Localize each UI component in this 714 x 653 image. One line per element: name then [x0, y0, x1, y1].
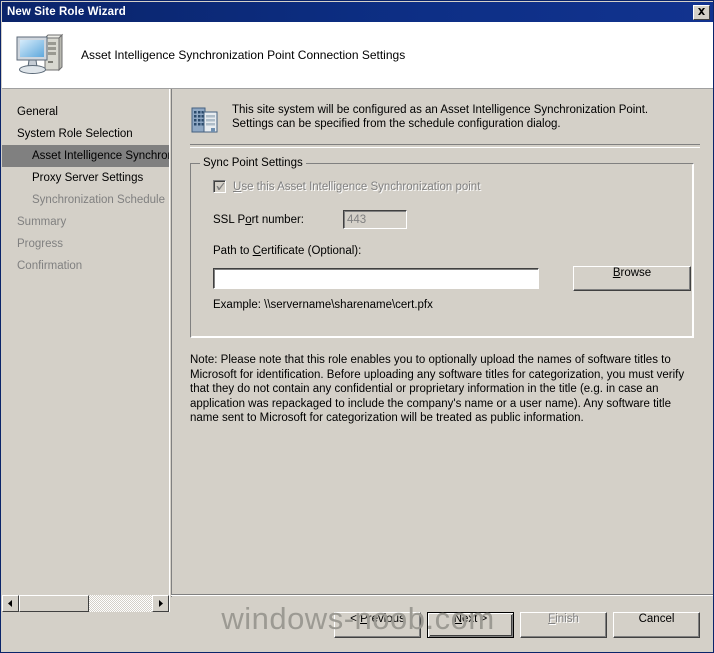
sidebar-item-label: Confirmation	[17, 260, 83, 272]
next-button[interactable]: Next >	[427, 612, 514, 638]
previous-button[interactable]: < Previous	[334, 612, 421, 638]
label-rest: rt number:	[251, 213, 305, 226]
checkmark-icon	[216, 183, 225, 190]
button-label: rowse	[620, 267, 652, 279]
wizard-button-bar: < Previous Next > Finish Cancel	[171, 597, 713, 652]
computer-icon	[16, 33, 64, 74]
sidebar-item-summary[interactable]: Summary	[2, 211, 169, 233]
button-label: Cancel	[638, 613, 675, 625]
groupbox-body: Use this Asset Intelligence Synchronizat…	[191, 164, 693, 311]
description-text: This site system will be configured as a…	[232, 104, 649, 130]
sidebar-item-confirmation[interactable]: Confirmation	[2, 255, 169, 277]
cancel-button[interactable]: Cancel	[613, 612, 700, 638]
wizard-content-panel: This site system will be configured as a…	[171, 89, 713, 612]
button-label: revious	[367, 613, 405, 625]
sidebar-item-label: Summary	[17, 216, 67, 228]
button-label: inish	[555, 613, 579, 625]
header-separator	[190, 144, 700, 148]
sidebar-horizontal-scrollbar[interactable]	[2, 595, 169, 612]
scrollbar-track[interactable]	[19, 595, 152, 612]
wizard-steps-list: General System Role Selection Asset Inte…	[2, 89, 169, 277]
chevron-right-icon	[159, 600, 163, 607]
scroll-right-button[interactable]	[152, 595, 169, 612]
sidebar-item-proxy-server-settings[interactable]: Proxy Server Settings	[2, 167, 169, 189]
sidebar-item-label: System Role Selection	[17, 128, 133, 140]
sidebar-item-system-role-selection[interactable]: System Role Selection	[2, 123, 169, 145]
sidebar-item-label: Proxy Server Settings	[32, 172, 144, 184]
wizard-steps-sidebar: General System Role Selection Asset Inte…	[2, 89, 170, 612]
note-text: Note: Please note that this role enables…	[190, 354, 685, 424]
button-bar-separator	[171, 594, 713, 596]
cert-path-label: Path to Certificate (Optional):	[213, 245, 693, 257]
scrollbar-thumb[interactable]	[19, 595, 90, 612]
ssl-port-input[interactable]	[343, 210, 407, 229]
accel-char: P	[360, 613, 368, 625]
sidebar-item-general[interactable]: General	[2, 101, 169, 123]
sidebar-item-asset-intelligence-synchronization[interactable]: Asset Intelligence Synchron	[2, 145, 169, 167]
cert-path-example: Example: \\servername\sharename\cert.pfx	[213, 299, 433, 311]
window-title: New Site Role Wizard	[7, 6, 126, 18]
finish-button[interactable]: Finish	[520, 612, 607, 638]
sidebar-item-label: Progress	[17, 238, 64, 250]
sidebar-bottom-strip	[2, 612, 170, 652]
use-sync-point-checkbox-label: Use this Asset Intelligence Synchronizat…	[233, 181, 480, 193]
button-label: ext >	[462, 613, 488, 625]
cert-path-row: Browse	[213, 266, 693, 291]
description-row: This site system will be configured as a…	[172, 89, 713, 134]
title-bar: New Site Role Wizard	[2, 2, 713, 22]
browse-button[interactable]: Browse	[573, 266, 691, 291]
use-sync-point-checkbox[interactable]	[213, 180, 226, 193]
label-rest: ertificate (Optional):	[260, 245, 362, 257]
button-prefix: <	[350, 613, 361, 625]
chevron-left-icon	[8, 600, 12, 607]
close-button[interactable]	[693, 4, 710, 20]
sync-point-settings-groupbox: Sync Point Settings Use this Asset Intel…	[190, 157, 694, 338]
label-prefix: Path to	[213, 245, 253, 257]
scroll-left-button[interactable]	[2, 595, 19, 612]
sidebar-item-synchronization-schedule[interactable]: Synchronization Schedule	[2, 189, 169, 211]
wizard-header: Asset Intelligence Synchronization Point…	[2, 22, 713, 89]
sidebar-item-label: Synchronization Schedule	[32, 194, 165, 206]
sidebar-item-progress[interactable]: Progress	[2, 233, 169, 255]
label-rest: se this Asset Intelligence Synchronizati…	[241, 180, 481, 193]
new-site-role-wizard-window: New Site Role Wizard Asset Intelligence …	[0, 0, 714, 653]
sidebar-item-label: General	[17, 106, 58, 118]
ssl-port-label: SSL Port number:	[213, 214, 343, 226]
label-prefix: SSL P	[213, 213, 246, 226]
cert-path-input[interactable]	[213, 268, 539, 289]
accel-char: N	[453, 613, 463, 625]
use-sync-point-checkbox-row[interactable]: Use this Asset Intelligence Synchronizat…	[213, 180, 693, 193]
ssl-port-row: SSL Port number:	[213, 210, 693, 229]
accel-char: C	[252, 245, 261, 257]
building-icon	[191, 107, 218, 133]
header-title: Asset Intelligence Synchronization Point…	[81, 48, 406, 62]
sidebar-item-label: Asset Intelligence Synchron	[32, 150, 169, 162]
close-icon	[698, 8, 705, 15]
